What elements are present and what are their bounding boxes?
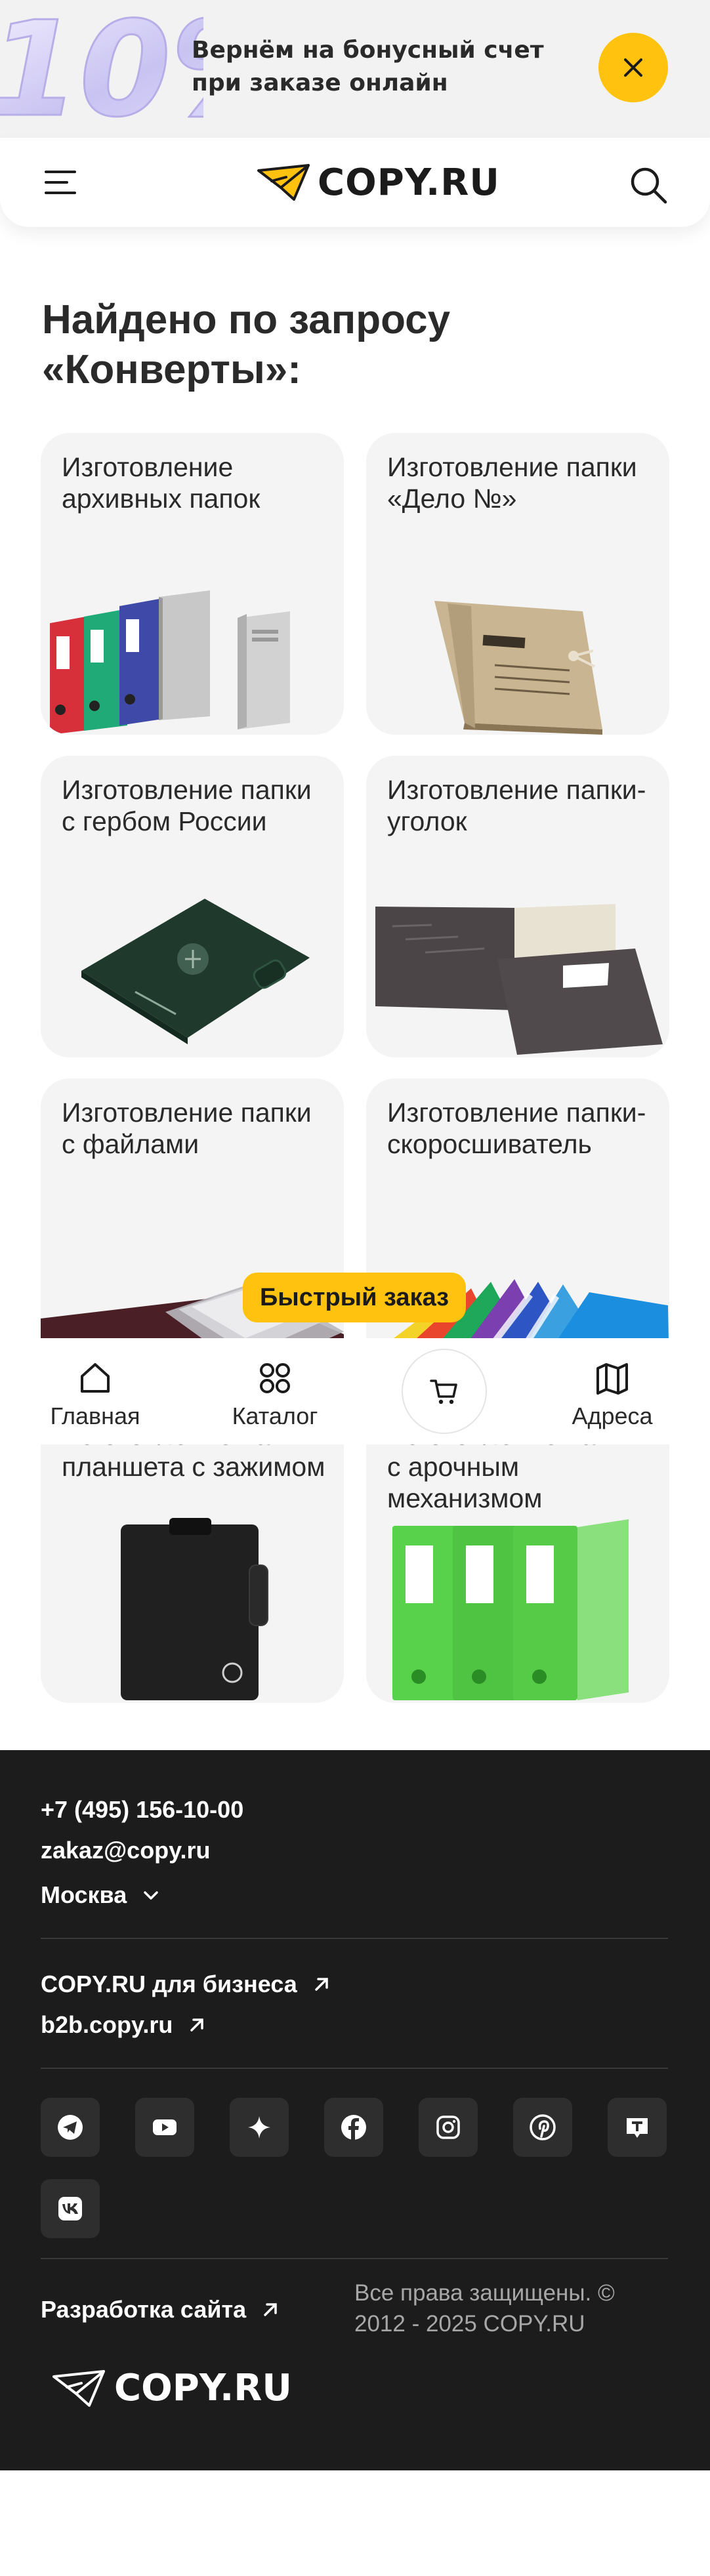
- promo-close-button[interactable]: [598, 33, 668, 102]
- footer-b2b-link[interactable]: b2b.copy.ru: [41, 2011, 207, 2039]
- footer-dev-link[interactable]: Разработка сайта: [41, 2296, 280, 2323]
- product-card[interactable]: Изготовление папки с файлами: [41, 1078, 344, 1380]
- site-footer: +7 (495) 156-10-00 zakaz@copy.ru Москва …: [0, 1750, 710, 2470]
- nav-addresses[interactable]: Адреса: [537, 1360, 688, 1430]
- promo-big-text: 10%: [0, 0, 203, 138]
- social-tenchat[interactable]: [608, 2098, 667, 2157]
- coat-of-arms-folder-image: [81, 899, 310, 1044]
- product-card[interactable]: Изготовление папки-уголок: [366, 756, 669, 1057]
- promo-text: Вернём на бонусный счет при заказе онлай…: [192, 34, 544, 100]
- card-title: Изготовление папки-уголок: [387, 775, 646, 836]
- card-title: Изготовление папки «Дело №»: [387, 452, 637, 514]
- search-button[interactable]: [627, 164, 669, 206]
- paper-plane-logo-icon: [52, 2369, 105, 2407]
- social-telegram[interactable]: [41, 2098, 100, 2157]
- sparkle-icon: [248, 2116, 270, 2138]
- footer-divider: [41, 1938, 668, 1939]
- footer-phone[interactable]: +7 (495) 156-10-00: [41, 1796, 243, 1824]
- nav-addresses-label: Адреса: [572, 1402, 653, 1429]
- delo-folder-image: [434, 601, 602, 735]
- nav-catalog-label: Каталог: [232, 1402, 318, 1429]
- youtube-icon: [153, 2119, 177, 2135]
- footer-email[interactable]: zakaz@copy.ru: [41, 1837, 211, 1864]
- footer-divider: [41, 2258, 668, 2259]
- nav-home-label: Главная: [50, 1402, 140, 1429]
- search-icon: [631, 167, 667, 204]
- dev-link-label: Разработка сайта: [41, 2296, 247, 2323]
- telegram-icon: [58, 2115, 83, 2140]
- nav-cart-button[interactable]: [402, 1349, 487, 1434]
- clipboard-folder-image: [121, 1518, 268, 1700]
- product-card[interactable]: Изготовление папки «Дело №»: [366, 433, 669, 735]
- product-card[interactable]: Изготовление папки с арочным механизмом: [366, 1401, 669, 1703]
- vk-icon: [58, 2197, 82, 2220]
- menu-button[interactable]: [42, 164, 79, 201]
- page-title: Найдено по запросу «Конверты»:: [42, 297, 451, 392]
- footer-logo[interactable]: COPY.RU: [52, 2367, 292, 2409]
- social-sparkle[interactable]: [230, 2098, 289, 2157]
- social-youtube[interactable]: [135, 2098, 194, 2157]
- social-instagram[interactable]: [419, 2098, 478, 2157]
- b2b-link-label: b2b.copy.ru: [41, 2011, 173, 2038]
- social-pinterest[interactable]: [513, 2098, 572, 2157]
- site-header: COPY.RU: [0, 138, 710, 227]
- home-icon: [81, 1363, 110, 1393]
- card-title: Изготовление папки-скоросшиватель: [387, 1097, 646, 1159]
- card-title: Изготовление папки с файлами: [62, 1097, 312, 1159]
- promo-line1: Вернём на бонусный счет: [192, 37, 544, 64]
- card-title: Изготовление архивных папок: [62, 452, 261, 514]
- footer-business-link[interactable]: COPY.RU для бизнеса: [41, 1971, 331, 1998]
- card-title: Изготовление папки с гербом России: [62, 775, 312, 836]
- nav-catalog[interactable]: Каталог: [199, 1360, 350, 1430]
- pinterest-icon: [530, 2114, 556, 2140]
- social-facebook[interactable]: [324, 2098, 383, 2157]
- map-icon: [596, 1363, 628, 1395]
- promo-banner[interactable]: 10% Вернём на бонусный счет при заказе о…: [0, 0, 710, 138]
- catalog-icon: [260, 1363, 290, 1393]
- paper-plane-logo-icon: [257, 164, 310, 201]
- ten-percent-graphic: 10%: [0, 0, 203, 138]
- hamburger-icon: [45, 171, 76, 194]
- cart-icon: [430, 1380, 457, 1404]
- product-card[interactable]: Изготовление архивных папок: [41, 433, 344, 735]
- arrow-up-right-icon: [264, 2303, 277, 2316]
- nav-home[interactable]: Главная: [20, 1360, 171, 1430]
- product-card[interactable]: Изготовление папки с гербом России: [41, 756, 344, 1057]
- bottom-nav: Главная Каталог Адреса: [0, 1338, 710, 1444]
- instagram-icon: [436, 2116, 460, 2139]
- facebook-icon: [341, 2115, 366, 2140]
- arrow-up-right-icon: [190, 2018, 204, 2032]
- footer-copyright: Все права защищены. © 2012 - 2025 COPY.R…: [354, 2280, 615, 2337]
- arrow-up-right-icon: [315, 1978, 328, 1991]
- social-vk[interactable]: [41, 2179, 100, 2238]
- promo-line2: при заказе онлайн: [192, 70, 448, 96]
- business-link-label: COPY.RU для бизнеса: [41, 1971, 297, 1997]
- product-card[interactable]: Изготовление папки-планшета с зажимом: [41, 1401, 344, 1703]
- site-logo[interactable]: COPY.RU: [257, 161, 500, 204]
- city-selector[interactable]: Москва: [41, 1881, 161, 1909]
- footer-logo-text: COPY.RU: [114, 2367, 292, 2409]
- footer-divider: [41, 2068, 668, 2069]
- tenchat-icon: [627, 2118, 648, 2138]
- close-icon: [624, 58, 642, 77]
- quick-order-button[interactable]: Быстрый заказ: [243, 1273, 466, 1322]
- archive-folders-image: [50, 590, 290, 735]
- product-card[interactable]: Изготовление папки-скоросшиватель: [366, 1078, 669, 1380]
- logo-text: COPY.RU: [318, 161, 500, 204]
- corner-folder-image: [375, 904, 663, 1055]
- city-label: Москва: [41, 1881, 127, 1908]
- lever-arch-folder-image: [392, 1519, 629, 1700]
- chevron-down-icon: [144, 1891, 158, 1900]
